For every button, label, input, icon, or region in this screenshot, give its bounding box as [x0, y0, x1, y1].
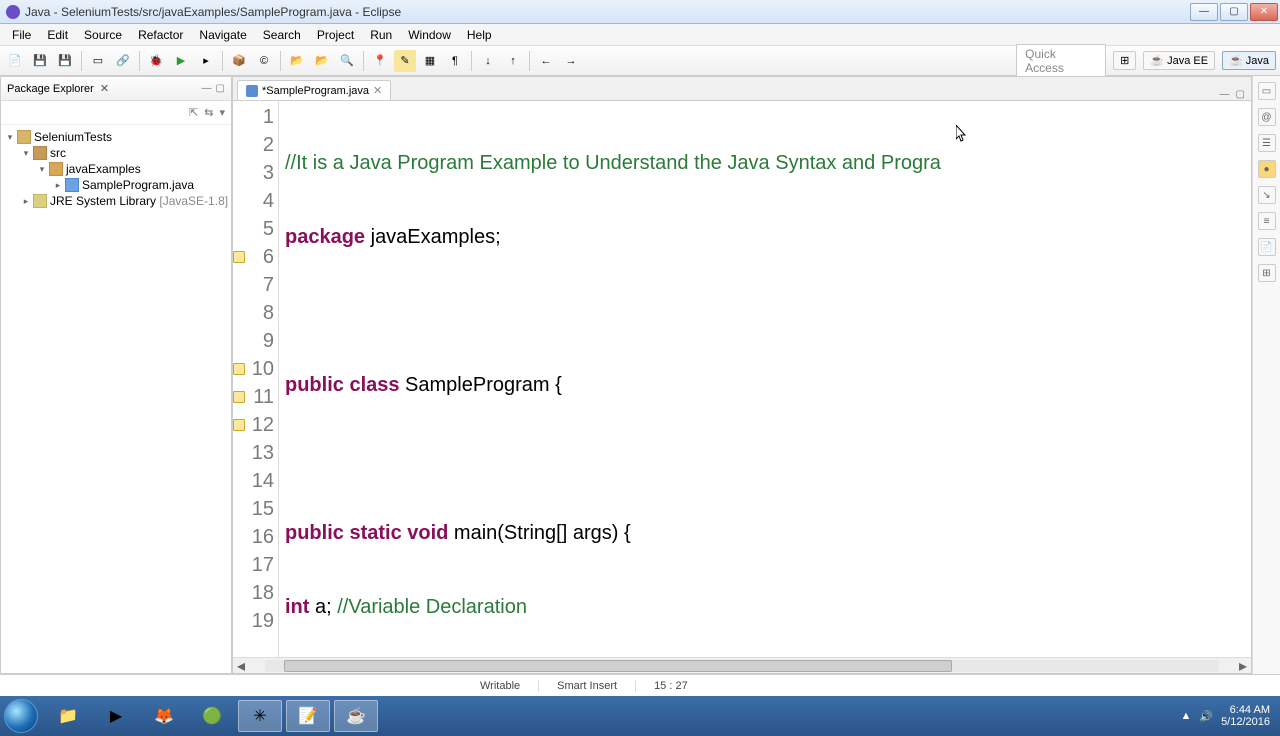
taskbar-explorer[interactable]: 📁 [46, 700, 90, 732]
tree-src[interactable]: ▾ src [3, 145, 229, 161]
project-icon [17, 130, 31, 144]
project-tree: ▾ SeleniumTests ▾ src ▾ javaExamples ▸ S… [1, 125, 231, 213]
save-button[interactable]: 💾 [29, 50, 51, 72]
menu-file[interactable]: File [4, 28, 39, 42]
package-explorer-panel: Package Explorer ✕ — ▢ ⇱ ⇆ ▾ ▾ SeleniumTe… [0, 76, 232, 674]
package-explorer-title: Package Explorer [7, 83, 94, 95]
status-position: 15 : 27 [635, 680, 706, 692]
status-insert: Smart Insert [538, 680, 635, 692]
library-icon [33, 194, 47, 208]
quick-access-input[interactable]: Quick Access [1016, 44, 1106, 78]
window-title: Java - SeleniumTests/src/javaExamples/Sa… [25, 5, 401, 19]
perspective-java[interactable]: ☕ Java [1222, 51, 1276, 70]
src-folder-icon [33, 146, 47, 160]
new-class-button[interactable]: © [253, 50, 275, 72]
run-button[interactable]: ▶ [170, 50, 192, 72]
tree-project[interactable]: ▾ SeleniumTests [3, 129, 229, 145]
close-panel-icon[interactable]: ✕ [100, 82, 109, 95]
status-bar: Writable Smart Insert 15 : 27 [0, 674, 1280, 696]
link-editor-icon[interactable]: ⇆ [204, 106, 213, 119]
taskbar-media[interactable]: ▶ [94, 700, 138, 732]
right-toolbar: ▭ @ ☰ ● ↘ ≡ 📄 ⊞ [1252, 76, 1280, 674]
at-icon[interactable]: @ [1258, 108, 1276, 126]
panel-maximize-icon[interactable]: ▢ [216, 83, 225, 94]
tray-date: 5/12/2016 [1221, 716, 1270, 728]
taskbar-app1[interactable]: ✳ [238, 700, 282, 732]
tree-file[interactable]: ▸ SampleProgram.java [3, 177, 229, 193]
toolbar: 📄 💾 💾 ▭ 🔗 🐞 ▶ ▸ 📦 © 📂 📂 🔍 📍 ✎ ▦ ¶ ↓ ↑ ← … [0, 46, 1280, 76]
debug-button[interactable]: 🐞 [145, 50, 167, 72]
taskbar-chrome[interactable]: 🟢 [190, 700, 234, 732]
menu-run[interactable]: Run [362, 28, 400, 42]
menu-window[interactable]: Window [400, 28, 459, 42]
editor-tab-sampleprogram[interactable]: *SampleProgram.java ✕ [237, 80, 391, 100]
marker-icon[interactable]: ● [1258, 160, 1276, 178]
block-select-button[interactable]: ▦ [419, 50, 441, 72]
outline-icon[interactable]: ▭ [1258, 82, 1276, 100]
perspective-java-ee[interactable]: ☕ Java EE [1143, 51, 1215, 70]
forward-button[interactable]: → [560, 50, 582, 72]
link-button[interactable]: 🔗 [112, 50, 134, 72]
search-button[interactable]: 🔍 [336, 50, 358, 72]
show-whitespace-button[interactable]: ¶ [444, 50, 466, 72]
menu-project[interactable]: Project [309, 28, 362, 42]
taskbar: 📁 ▶ 🦊 🟢 ✳ 📝 ☕ ▲ 🔊 6:44 AM 5/12/2016 [0, 696, 1280, 736]
run-last-button[interactable]: ▸ [195, 50, 217, 72]
status-writable: Writable [462, 680, 538, 692]
code-editor[interactable]: 12345 6789 101112 13141516171819 //It is… [233, 101, 1251, 657]
task-list-icon[interactable]: ☰ [1258, 134, 1276, 152]
text-icon[interactable]: ≡ [1258, 212, 1276, 230]
collapse-all-icon[interactable]: ⇱ [189, 106, 198, 119]
open-type-button[interactable]: 📂 [286, 50, 308, 72]
tray-time: 6:44 AM [1221, 704, 1270, 716]
view-menu-icon[interactable]: ▾ [219, 106, 225, 119]
tree-jre[interactable]: ▸ JRE System Library [JavaSE-1.8] [3, 193, 229, 209]
editor-minimize-icon[interactable]: — [1220, 89, 1230, 100]
horizontal-scrollbar[interactable]: ◂ ▸ [233, 657, 1251, 673]
menu-navigate[interactable]: Navigate [191, 28, 254, 42]
back-button[interactable]: ← [535, 50, 557, 72]
menu-help[interactable]: Help [459, 28, 500, 42]
code-area[interactable]: //It is a Java Program Example to Unders… [279, 101, 1251, 657]
taskbar-app2[interactable]: 📝 [286, 700, 330, 732]
save-all-button[interactable]: 💾 [54, 50, 76, 72]
editor-maximize-icon[interactable]: ▢ [1236, 89, 1245, 100]
open-perspective-button[interactable]: ⊞ [1113, 51, 1136, 70]
tree-icon[interactable]: ⊞ [1258, 264, 1276, 282]
minimize-button[interactable]: — [1190, 3, 1218, 21]
system-tray[interactable]: ▲ 🔊 6:44 AM 5/12/2016 [1180, 704, 1276, 728]
doc-icon[interactable]: 📄 [1258, 238, 1276, 256]
panel-minimize-icon[interactable]: — [202, 83, 212, 94]
menu-edit[interactable]: Edit [39, 28, 76, 42]
java-file-icon [65, 178, 79, 192]
tray-flag-icon[interactable]: ▲ [1180, 710, 1191, 722]
new-package-button[interactable]: 📦 [228, 50, 250, 72]
arrow-icon[interactable]: ↘ [1258, 186, 1276, 204]
menu-source[interactable]: Source [76, 28, 130, 42]
start-button[interactable] [4, 699, 38, 733]
open-task-button[interactable]: 📂 [311, 50, 333, 72]
line-gutter: 12345 6789 101112 13141516171819 [233, 101, 279, 657]
tray-network-icon[interactable]: 🔊 [1199, 710, 1213, 723]
prev-annotation-button[interactable]: ↑ [502, 50, 524, 72]
editor-panel: *SampleProgram.java ✕ — ▢ 12345 6789 1011… [232, 76, 1252, 674]
close-button[interactable]: ✕ [1250, 3, 1278, 21]
menu-refactor[interactable]: Refactor [130, 28, 191, 42]
eclipse-icon [6, 5, 20, 19]
package-icon [49, 162, 63, 176]
next-annotation-button[interactable]: ↓ [477, 50, 499, 72]
tree-package[interactable]: ▾ javaExamples [3, 161, 229, 177]
java-file-icon [246, 85, 258, 97]
close-tab-icon[interactable]: ✕ [373, 84, 382, 97]
toggle-mark-button[interactable]: ✎ [394, 50, 416, 72]
toggle-breadcrumb-button[interactable]: 📍 [369, 50, 391, 72]
menu-search[interactable]: Search [255, 28, 309, 42]
taskbar-firefox[interactable]: 🦊 [142, 700, 186, 732]
toggle-button[interactable]: ▭ [87, 50, 109, 72]
new-button[interactable]: 📄 [4, 50, 26, 72]
taskbar-eclipse[interactable]: ☕ [334, 700, 378, 732]
title-bar: Java - SeleniumTests/src/javaExamples/Sa… [0, 0, 1280, 24]
maximize-button[interactable]: ▢ [1220, 3, 1248, 21]
